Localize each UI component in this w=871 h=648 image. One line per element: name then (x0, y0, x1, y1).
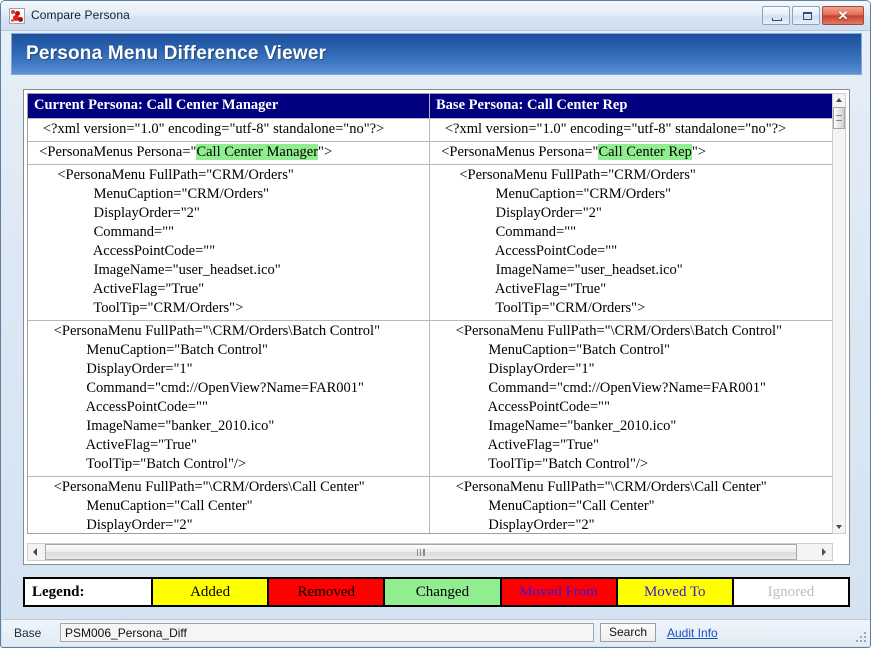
app-dots-icon (9, 8, 25, 24)
diff-vertical-scrollbar[interactable] (832, 93, 846, 534)
scroll-left-icon[interactable] (28, 544, 44, 560)
changed-highlight: Call Center Manager (196, 144, 319, 160)
resize-grip-icon[interactable] (854, 630, 866, 642)
diff-row[interactable]: <PersonaMenus Persona="Call Center Manag… (28, 142, 832, 165)
window-titlebar: Compare Persona ✕ (1, 1, 870, 31)
diff-cell-right: <PersonaMenu FullPath="CRM/Orders" MenuC… (459, 167, 696, 316)
search-button[interactable]: Search (600, 623, 656, 642)
base-input[interactable]: PSM006_Persona_Diff (60, 623, 594, 642)
diff-header-row: Current Persona: Call Center Manager Bas… (28, 94, 832, 119)
diff-row[interactable]: <PersonaMenu FullPath="\CRM/Orders\Call … (28, 477, 832, 533)
close-icon: ✕ (837, 8, 849, 23)
legend-item-removed[interactable]: Removed (269, 579, 386, 605)
diff-cell-left: <PersonaMenus Persona="Call Center Manag… (28, 142, 430, 164)
minimize-button[interactable] (762, 6, 790, 25)
scroll-up-icon[interactable] (833, 94, 845, 106)
diff-viewer-panel: Current Persona: Call Center Manager Bas… (23, 89, 850, 565)
maximize-icon (803, 12, 812, 20)
diff-text-pre: <PersonaMenus Persona=" (32, 144, 197, 160)
window-controls: ✕ (762, 6, 864, 25)
diff-row[interactable]: <PersonaMenu FullPath="CRM/Orders" MenuC… (28, 165, 832, 321)
diff-row[interactable]: <PersonaMenu FullPath="\CRM/Orders\Batch… (28, 321, 832, 477)
base-persona-header: Base Persona: Call Center Rep (430, 94, 832, 118)
diff-row[interactable]: <?xml version="1.0" encoding="utf-8" sta… (28, 119, 832, 142)
legend-item-added[interactable]: Added (153, 579, 270, 605)
current-persona-header: Current Persona: Call Center Manager (28, 94, 430, 118)
legend-item-changed[interactable]: Changed (385, 579, 502, 605)
legend-item-ignored[interactable]: Ignored (733, 579, 849, 605)
changed-highlight: Call Center Rep (598, 144, 692, 160)
scroll-right-icon[interactable] (816, 544, 832, 560)
diff-grid[interactable]: Current Persona: Call Center Manager Bas… (27, 93, 833, 534)
minimize-icon (772, 18, 782, 21)
legend-label: Legend: (25, 579, 153, 605)
diff-cell-left: <PersonaMenu FullPath="CRM/Orders" MenuC… (28, 165, 430, 320)
status-bar: Base PSM006_Persona_Diff Search Audit In… (2, 619, 870, 646)
horizontal-scroll-thumb[interactable] (45, 544, 797, 560)
diff-cell-right: <?xml version="1.0" encoding="utf-8" sta… (434, 121, 787, 137)
audit-info-link[interactable]: Audit Info (667, 626, 718, 640)
diff-cell-left: <PersonaMenu FullPath="\CRM/Orders\Batch… (28, 321, 430, 476)
window-title: Compare Persona (31, 8, 130, 22)
base-label: Base (14, 626, 42, 640)
diff-cell-left: <?xml version="1.0" encoding="utf-8" sta… (28, 119, 430, 141)
application-window: Compare Persona ✕ Persona Menu Differenc… (0, 0, 871, 648)
diff-horizontal-scrollbar[interactable] (27, 543, 833, 561)
diff-text-post: "> (691, 144, 706, 160)
diff-text-post: "> (318, 144, 333, 160)
vertical-scroll-thumb[interactable] (833, 107, 845, 129)
diff-cell-right: <PersonaMenu FullPath="\CRM/Orders\Batch… (455, 323, 782, 472)
scroll-down-icon[interactable] (833, 521, 845, 533)
legend-item-moved-to[interactable]: Moved To (617, 579, 734, 605)
legend-item-moved-from[interactable]: Moved From (501, 579, 618, 605)
page-title: Persona Menu Difference Viewer (26, 43, 327, 64)
page-banner: Persona Menu Difference Viewer (11, 33, 862, 75)
close-button[interactable]: ✕ (822, 6, 864, 25)
diff-cell-left: <PersonaMenu FullPath="\CRM/Orders\Call … (28, 477, 430, 533)
diff-cell-right: <PersonaMenu FullPath="\CRM/Orders\Call … (455, 479, 767, 533)
maximize-button[interactable] (792, 6, 820, 25)
diff-cell-right: <PersonaMenus Persona="Call Center Rep"> (430, 142, 832, 164)
legend-bar: Legend: Added Removed Changed Moved From… (23, 577, 850, 607)
diff-text-pre: <PersonaMenus Persona=" (434, 144, 599, 160)
